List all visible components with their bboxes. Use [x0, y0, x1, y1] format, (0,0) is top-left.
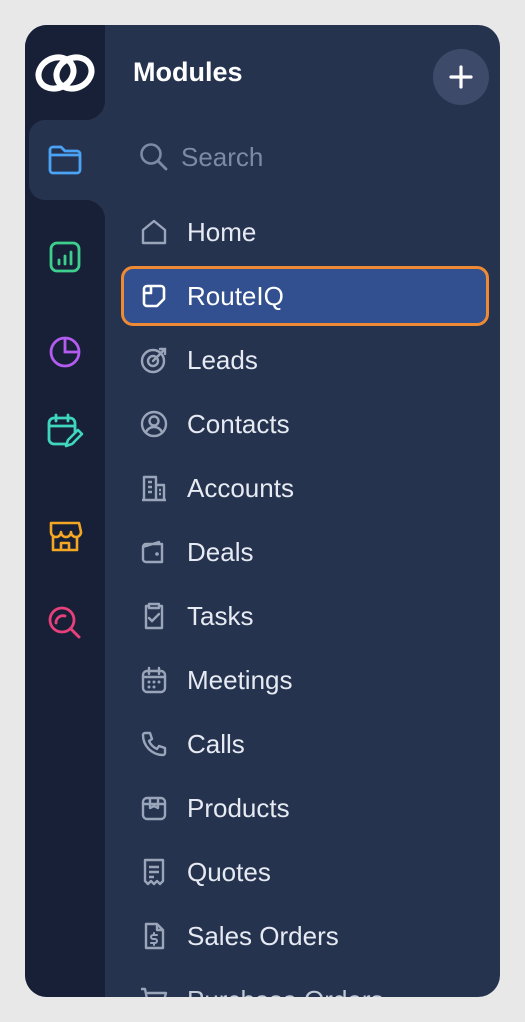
nav-item-label: Deals: [187, 536, 254, 567]
pie-chart-icon[interactable]: [25, 312, 105, 392]
bar-chart-icon[interactable]: [25, 217, 105, 297]
nav-item-calls[interactable]: Calls: [121, 712, 489, 776]
box-icon: [137, 791, 171, 825]
nav-item-label: Leads: [187, 344, 258, 375]
nav-item-tasks[interactable]: Tasks: [121, 584, 489, 648]
nav-item-contacts[interactable]: Contacts: [121, 392, 489, 456]
home-icon: [137, 215, 171, 249]
wallet-icon: [137, 535, 171, 569]
nav-item-sales-orders[interactable]: Sales Orders: [121, 904, 489, 968]
nav-item-leads[interactable]: Leads: [121, 328, 489, 392]
nav-item-accounts[interactable]: Accounts: [121, 456, 489, 520]
note-icon: [137, 279, 171, 313]
nav-item-label: RouteIQ: [187, 280, 284, 311]
store-icon[interactable]: [25, 496, 105, 576]
plus-icon: [449, 65, 473, 89]
nav-item-label: Home: [187, 216, 257, 247]
calendar-edit-icon[interactable]: [25, 391, 105, 471]
nav-item-purchase-orders[interactable]: Purchase Orders: [121, 968, 489, 997]
nav-item-label: Meetings: [187, 664, 293, 695]
nav-item-label: Accounts: [187, 472, 294, 503]
nav-item-products[interactable]: Products: [121, 776, 489, 840]
page-title: Modules: [133, 57, 243, 87]
phone-icon: [137, 727, 171, 761]
nav-item-label: Calls: [187, 728, 245, 759]
nav-item-label: Tasks: [187, 600, 254, 631]
nav-item-home[interactable]: Home: [121, 200, 489, 264]
search-input[interactable]: [181, 141, 421, 173]
nav-item-label: Contacts: [187, 408, 290, 439]
search-analytics-icon[interactable]: [25, 583, 105, 663]
nav-item-label: Purchase Orders: [187, 985, 384, 998]
nav-item-routeiq[interactable]: RouteIQ: [121, 266, 489, 326]
calendar-icon: [137, 663, 171, 697]
app-frame: Modules Home RouteIQ Leads Contacts: [25, 25, 500, 997]
target-icon: [137, 343, 171, 377]
modules-panel: Modules Home RouteIQ Leads Contacts: [105, 25, 500, 997]
nav-item-quotes[interactable]: Quotes: [121, 840, 489, 904]
nav-item-label: Products: [187, 792, 290, 823]
receipt-icon: [137, 855, 171, 889]
nav-item-label: Quotes: [187, 856, 271, 887]
nav-item-label: Sales Orders: [187, 920, 339, 951]
dollar-doc-icon: [137, 919, 171, 953]
search-icon: [140, 143, 168, 171]
icon-rail: [25, 25, 105, 997]
building-icon: [137, 471, 171, 505]
user-circle-icon: [137, 407, 171, 441]
folder-icon[interactable]: [25, 120, 105, 200]
add-module-button[interactable]: [433, 49, 489, 105]
nav-item-meetings[interactable]: Meetings: [121, 648, 489, 712]
module-list: Home RouteIQ Leads Contacts Accounts Dea…: [121, 200, 489, 997]
clipboard-check-icon: [137, 599, 171, 633]
nav-item-deals[interactable]: Deals: [121, 520, 489, 584]
cart-icon: [137, 983, 171, 997]
search-box[interactable]: [139, 135, 439, 179]
